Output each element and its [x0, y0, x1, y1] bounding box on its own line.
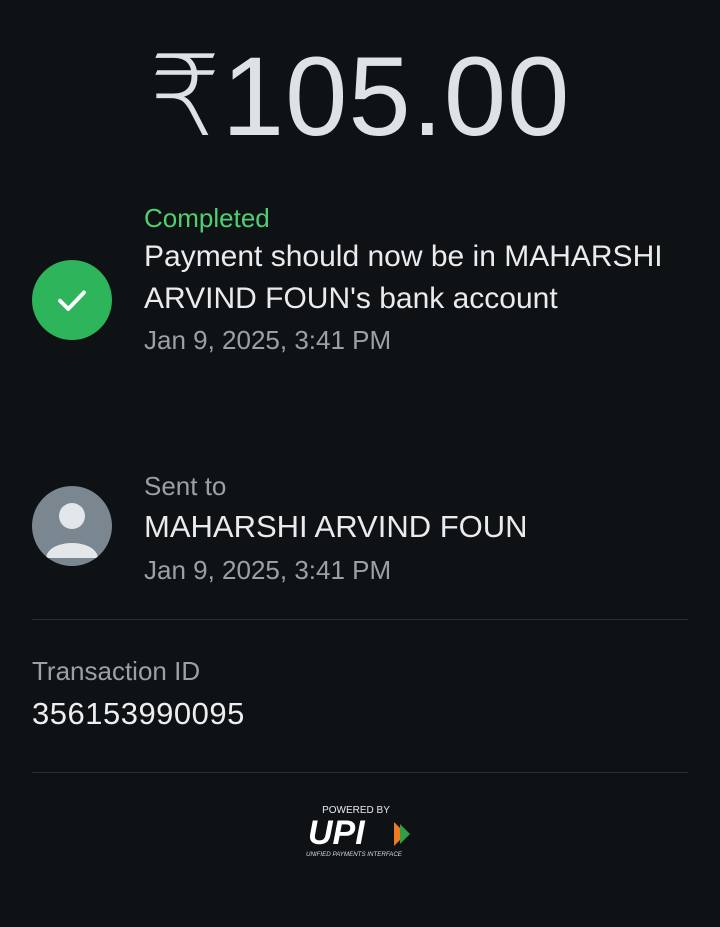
recipient-timestamp: Jan 9, 2025, 3:41 PM	[144, 555, 392, 585]
sent-to-label: Sent to	[144, 471, 227, 501]
status-timestamp: Jan 9, 2025, 3:41 PM	[144, 325, 392, 355]
checkmark-icon	[32, 260, 112, 340]
divider	[32, 772, 688, 773]
person-icon	[32, 486, 112, 566]
payment-amount: ₹105.00	[149, 34, 571, 159]
recipient-name: MAHARSHI ARVIND FOUN	[144, 509, 528, 544]
status-label: Completed	[144, 203, 270, 233]
upi-logo: POWERED BY UPI UNIFIED PAYMENTS INTERFAC…	[300, 802, 420, 862]
divider	[32, 619, 688, 620]
transaction-id-value[interactable]: 356153990095	[32, 696, 245, 732]
upi-brand-text: UPI	[308, 814, 366, 852]
transaction-id-label: Transaction ID	[32, 656, 201, 686]
status-text: Completed Payment should now be in MAHAR…	[144, 200, 684, 360]
status-message: Payment should now be in MAHARSHI ARVIND…	[144, 240, 663, 315]
upi-subtitle-text: UNIFIED PAYMENTS INTERFACE	[306, 851, 403, 858]
recipient-text: Sent to MAHARSHI ARVIND FOUN Jan 9, 2025…	[144, 468, 684, 590]
